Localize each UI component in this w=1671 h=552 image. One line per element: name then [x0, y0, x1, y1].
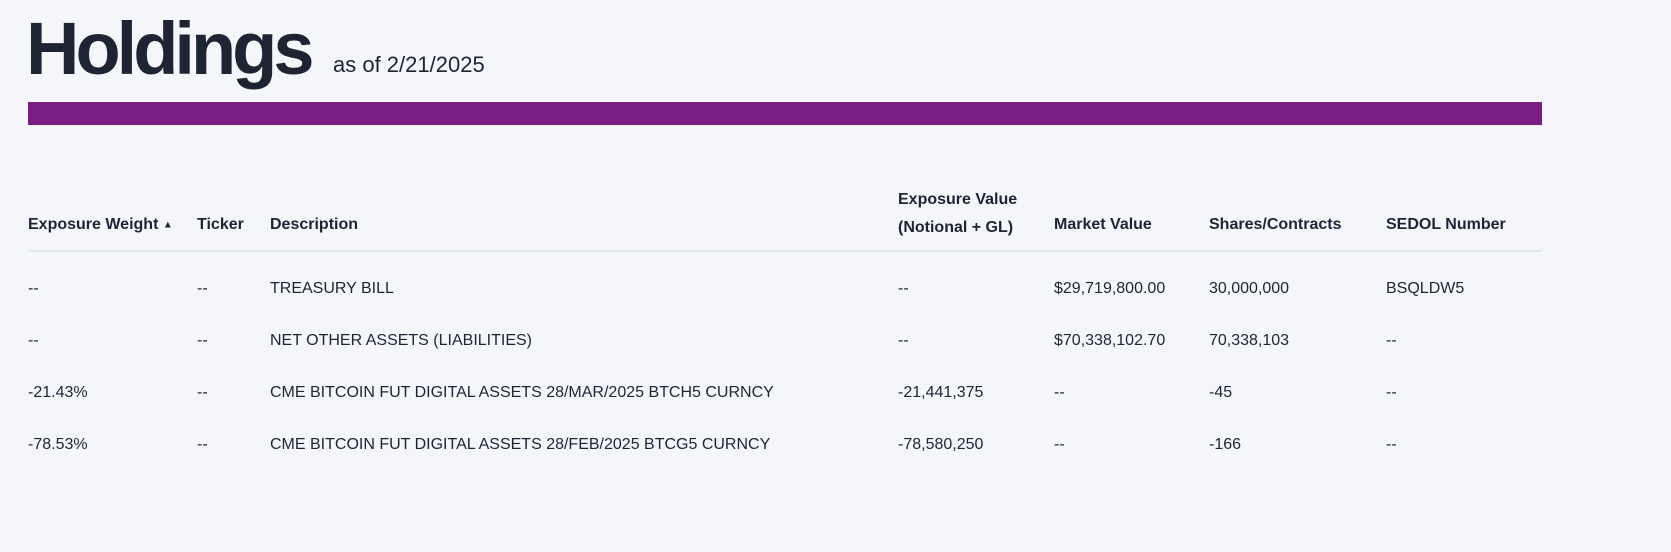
cell-ticker: -- [197, 384, 208, 401]
cell-market-value: -- [1054, 384, 1065, 401]
column-header-description[interactable]: Description [270, 186, 898, 252]
table-row: -- -- TREASURY BILL -- $29,719,800.00 30… [28, 251, 1542, 304]
cell-sedol: -- [1386, 332, 1397, 349]
cell-exposure-value: -- [898, 332, 909, 349]
cell-description: CME BITCOIN FUT DIGITAL ASSETS 28/MAR/20… [270, 384, 774, 401]
cell-exposure-weight: -21.43% [28, 384, 88, 401]
cell-exposure-value: -- [898, 280, 909, 297]
cell-ticker: -- [197, 436, 208, 453]
cell-ticker: -- [197, 280, 208, 297]
table-row: -78.53% -- CME BITCOIN FUT DIGITAL ASSET… [28, 408, 1542, 460]
cell-ticker: -- [197, 332, 208, 349]
cell-description: CME BITCOIN FUT DIGITAL ASSETS 28/FEB/20… [270, 436, 771, 453]
cell-shares: -45 [1209, 384, 1233, 401]
cell-exposure-weight: -- [28, 332, 39, 349]
column-header-exposure-value[interactable]: Exposure Value (Notional + GL) [898, 186, 1054, 252]
table-row: -21.43% -- CME BITCOIN FUT DIGITAL ASSET… [28, 356, 1542, 408]
sort-ascending-icon[interactable]: ▲ [163, 219, 173, 230]
column-header-shares-contracts[interactable]: Shares/Contracts [1209, 186, 1386, 252]
cell-exposure-value: -21,441,375 [898, 384, 984, 401]
cell-description: NET OTHER ASSETS (LIABILITIES) [270, 332, 532, 349]
cell-description: TREASURY BILL [270, 280, 394, 297]
cell-exposure-value: -78,580,250 [898, 436, 984, 453]
cell-shares: 70,338,103 [1209, 332, 1290, 349]
holdings-table: Exposure Weight ▲ Ticker Description Exp… [28, 186, 1542, 460]
cell-sedol: -- [1386, 384, 1397, 401]
column-header-sedol[interactable]: SEDOL Number [1386, 186, 1542, 252]
cell-shares: -166 [1209, 436, 1242, 453]
cell-sedol: -- [1386, 436, 1397, 453]
cell-market-value: $29,719,800.00 [1054, 280, 1166, 297]
as-of-date: as of 2/21/2025 [333, 52, 485, 77]
cell-sedol: BSQLDW5 [1386, 280, 1465, 297]
page-title: Holdings [26, 7, 315, 90]
cell-exposure-weight: -78.53% [28, 436, 88, 453]
column-header-market-value[interactable]: Market Value [1054, 186, 1209, 252]
cell-market-value: -- [1054, 436, 1065, 453]
table-row: -- -- NET OTHER ASSETS (LIABILITIES) -- … [28, 304, 1542, 356]
cell-exposure-weight: -- [28, 280, 39, 297]
column-header-exposure-weight[interactable]: Exposure Weight ▲ [28, 186, 197, 252]
column-header-ticker[interactable]: Ticker [197, 186, 270, 252]
cell-shares: 30,000,000 [1209, 280, 1290, 297]
cell-market-value: $70,338,102.70 [1054, 332, 1166, 349]
accent-divider [28, 102, 1542, 125]
